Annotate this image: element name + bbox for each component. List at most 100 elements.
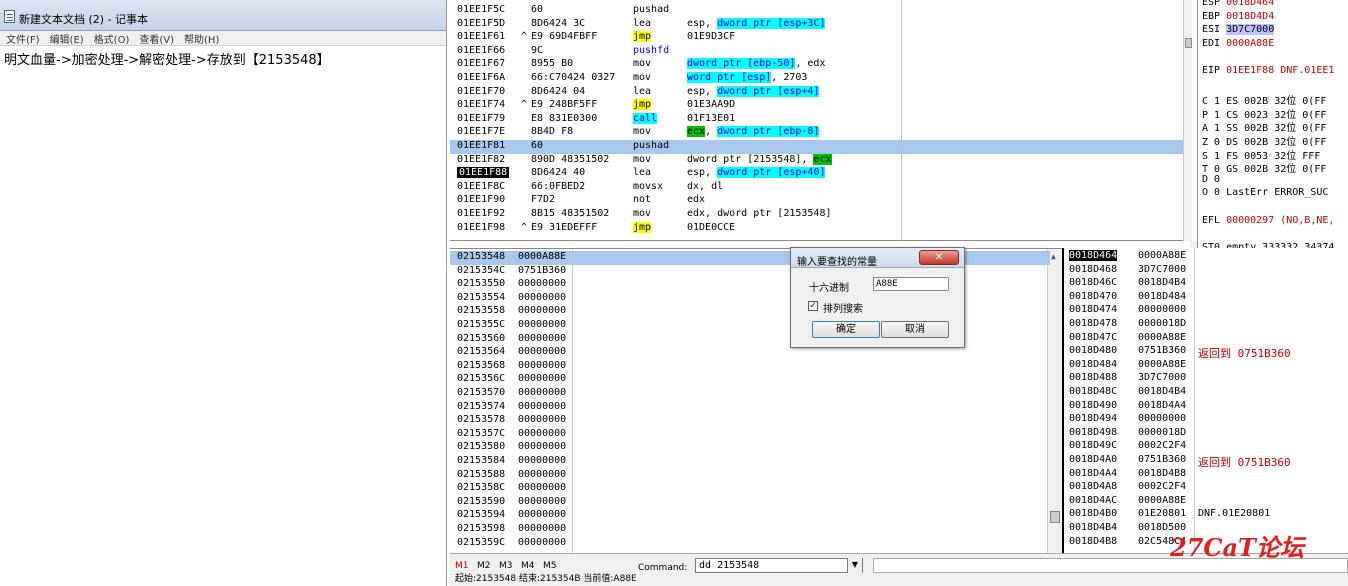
register-row[interactable]: [1202, 79, 1208, 93]
disasm-row[interactable]: 01EE1F5C 60 pushad: [450, 4, 1192, 18]
memory-tab-m5[interactable]: M5: [543, 561, 557, 571]
register-row[interactable]: [1202, 228, 1208, 242]
dump-row[interactable]: 02153568 00000000: [450, 360, 1050, 374]
scroll-up-icon[interactable]: ▲: [1051, 252, 1056, 261]
dump-row[interactable]: 02153564 00000000: [450, 346, 1050, 360]
stack-row[interactable]: 0018D480 0751B360 返回到 0751B360: [1064, 345, 1348, 360]
disasm-address: 01EE1F90: [457, 194, 506, 206]
notepad-titlebar[interactable]: 新建文本文档 (2) - 记事本: [0, 0, 446, 31]
disasm-row[interactable]: 01EE1F82 890D 48351502 mov dword ptr [21535…: [450, 153, 1192, 168]
dump-row[interactable]: 02153570 00000000: [450, 387, 1050, 401]
stack-row[interactable]: 0018D488 3D7C7000: [1064, 372, 1348, 386]
scroll-thumb[interactable]: [1185, 38, 1192, 48]
register-row[interactable]: [1202, 201, 1208, 215]
register-row[interactable]: EIP 01EE1F88 DNF.01EE1: [1202, 65, 1334, 79]
register-row[interactable]: S 1 FS 0053 32位 FFF: [1202, 147, 1320, 162]
menu-edit[interactable]: 编辑(E): [50, 31, 84, 46]
dump-row[interactable]: 02153588 00000000: [450, 469, 1050, 483]
notepad-text-area[interactable]: 明文血量->加密处理->解密处理->存放到【2153548】: [0, 46, 446, 71]
dump-row[interactable]: 02153598 00000000: [450, 523, 1050, 537]
register-row[interactable]: ESI 3D7C7000: [1202, 24, 1275, 38]
register-row[interactable]: EFL 00000297 (NO,B,NE,: [1202, 215, 1334, 229]
disasm-row[interactable]: 01EE1F92 8B15 48351502 mov edx, dword ptr […: [450, 208, 1192, 222]
memory-tab-m1[interactable]: M1: [455, 561, 469, 571]
disasm-row[interactable]: 01EE1F5D 8D6424 3C lea esp, dword ptr [esp+…: [450, 17, 1192, 32]
stack-row[interactable]: 0018D48C 0018D4B4: [1064, 386, 1348, 400]
register-row[interactable]: C 1 ES 002B 32位 0(FF: [1202, 92, 1326, 107]
register-row[interactable]: O 0 LastErr ERROR_SUC: [1202, 187, 1328, 201]
dump-row[interactable]: 0215357C 00000000: [450, 428, 1050, 442]
stack-row[interactable]: 0018D474 00000000: [1064, 304, 1348, 318]
memory-tab-m4[interactable]: M4: [521, 561, 535, 571]
disasm-row[interactable]: 01EE1F98 ^ E9 31EDEFFF jmp 01DE0CCE: [450, 221, 1192, 236]
chevron-down-icon[interactable]: ▼: [847, 558, 862, 573]
dump-row[interactable]: 0215356C 00000000: [450, 373, 1050, 387]
close-icon[interactable]: ✕: [919, 250, 959, 265]
hex-input[interactable]: A88E: [873, 277, 949, 291]
stack-row[interactable]: 0018D4B0 01E20801 DNF.01E20801: [1064, 508, 1348, 522]
memory-dump-pane[interactable]: ▲ 02153548 0000A88E 0215354C 0751B360 021535…: [450, 248, 1062, 553]
dump-row[interactable]: 02153580 00000000: [450, 441, 1050, 455]
stack-row[interactable]: 0018D4A0 0751B360 返回到 0751B360: [1064, 454, 1348, 469]
disasm-row[interactable]: 01EE1F70 8D6424 04 lea esp, dword ptr [esp+…: [450, 85, 1192, 100]
stack-row[interactable]: 0018D47C 0000A88E: [1064, 332, 1348, 346]
memory-tab-m2[interactable]: M2: [477, 561, 491, 571]
dump-row[interactable]: 02153574 00000000: [450, 401, 1050, 415]
register-row[interactable]: T 0 GS 002B 32位 0(FF: [1202, 160, 1326, 175]
disasm-row[interactable]: 01EE1F79 E8 831E0300 call 01F13E01: [450, 112, 1192, 127]
stack-row[interactable]: 0018D46C 0018D4B4: [1064, 277, 1348, 291]
command-input[interactable]: dd 2153548: [695, 558, 863, 573]
sorted-search-checkbox[interactable]: ✓: [808, 301, 818, 311]
disasm-row[interactable]: 01EE1F81 60 pushad: [450, 140, 1192, 154]
disasm-row[interactable]: 01EE1F7E 8B4D F8 mov ecx, dword ptr [ebp-8]: [450, 126, 1192, 140]
disasm-row[interactable]: 01EE1F88 8D6424 40 lea esp, dword ptr [esp+…: [450, 167, 1192, 181]
disasm-row[interactable]: 01EE1F74 ^ E9 248BF5FF jmp 01E3AA9D: [450, 99, 1192, 113]
menu-file[interactable]: 文件(F): [6, 31, 40, 46]
registers-pane[interactable]: ESP 0018D464 EBP 0018D4D4 ESI 3D7C7000 EDI 0000…: [1197, 0, 1348, 253]
scroll-thumb[interactable]: [1050, 511, 1060, 523]
register-row[interactable]: P 1 CS 0023 32位 0(FF: [1202, 106, 1326, 121]
disassembly-pane[interactable]: 01EE1F5C 60 pushad 01EE1F5D 8D6424 3C lea esp,…: [450, 0, 1192, 241]
dump-row[interactable]: 0215359C 00000000: [450, 537, 1050, 551]
disasm-row[interactable]: 01EE1F61 ^ E9 69D4FBFF jmp 01E9D3CF: [450, 31, 1192, 45]
menu-help[interactable]: 帮助(H): [184, 31, 219, 46]
disasm-row[interactable]: 01EE1F90 F7D2 not edx: [450, 194, 1192, 208]
register-row[interactable]: EBP 0018D4D4: [1202, 11, 1274, 25]
stack-row[interactable]: 0018D490 0018D4A4: [1064, 400, 1348, 414]
stack-row[interactable]: 0018D494 00000000: [1064, 413, 1348, 427]
stack-row[interactable]: 0018D498 0000018D: [1064, 427, 1348, 441]
menu-view[interactable]: 查看(V): [139, 31, 174, 46]
disasm-row[interactable]: 01EE1F66 9C pushfd: [450, 45, 1192, 59]
stack-row[interactable]: 0018D468 3D7C7000: [1064, 264, 1348, 278]
stack-row[interactable]: 0018D478 0000018D: [1064, 318, 1348, 332]
dump-row[interactable]: 02153594 00000000: [450, 509, 1050, 523]
stack-row[interactable]: 0018D470 0018D484: [1064, 291, 1348, 305]
stack-row[interactable]: 0018D4A8 0002C2F4: [1064, 481, 1348, 495]
disassembly-scrollbar[interactable]: [1183, 0, 1192, 241]
stack-row[interactable]: 0018D4AC 0000A88E: [1064, 495, 1348, 509]
register-row[interactable]: ESP 0018D464: [1202, 0, 1274, 11]
memory-tab-m3[interactable]: M3: [499, 561, 513, 571]
register-row[interactable]: EDI 0000A88E: [1202, 38, 1274, 52]
stack-row[interactable]: 0018D49C 0002C2F4: [1064, 440, 1348, 454]
dump-row[interactable]: 02153578 00000000: [450, 414, 1050, 428]
menu-format[interactable]: 格式(O): [94, 31, 130, 46]
register-row[interactable]: D 0: [1202, 174, 1226, 188]
cancel-button[interactable]: 取消: [881, 321, 949, 338]
stack-row[interactable]: 0018D464 0000A88E: [1064, 250, 1348, 264]
dialog-titlebar[interactable]: 输入要查找的常量 ✕: [791, 248, 964, 268]
dump-row[interactable]: 0215358C 00000000: [450, 482, 1050, 496]
register-row[interactable]: [1202, 51, 1208, 65]
stack-row[interactable]: 0018D4A4 0018D4B8: [1064, 468, 1348, 482]
dump-row[interactable]: 02153590 00000000: [450, 496, 1050, 510]
ok-button[interactable]: 确定: [812, 321, 880, 338]
dump-row[interactable]: 02153584 00000000: [450, 455, 1050, 469]
stack-pane[interactable]: 0018D464 0000A88E 0018D468 3D7C7000 0018D46C…: [1062, 248, 1348, 553]
operand-token: 01E9D3CF: [687, 31, 736, 43]
disasm-row[interactable]: 01EE1F67 8955 B0 mov dword ptr [ebp-50], ed…: [450, 58, 1192, 72]
disasm-row[interactable]: 01EE1F8C 66:0FBED2 movsx dx, dl: [450, 181, 1192, 195]
register-row[interactable]: Z 0 DS 002B 32位 0(FF: [1202, 133, 1326, 148]
disasm-row[interactable]: 01EE1F6A 66:C70424 0327 mov word ptr [esp],…: [450, 72, 1192, 86]
stack-row[interactable]: 0018D484 0000A88E: [1064, 359, 1348, 373]
register-row[interactable]: A 1 SS 002B 32位 0(FF: [1202, 119, 1326, 134]
